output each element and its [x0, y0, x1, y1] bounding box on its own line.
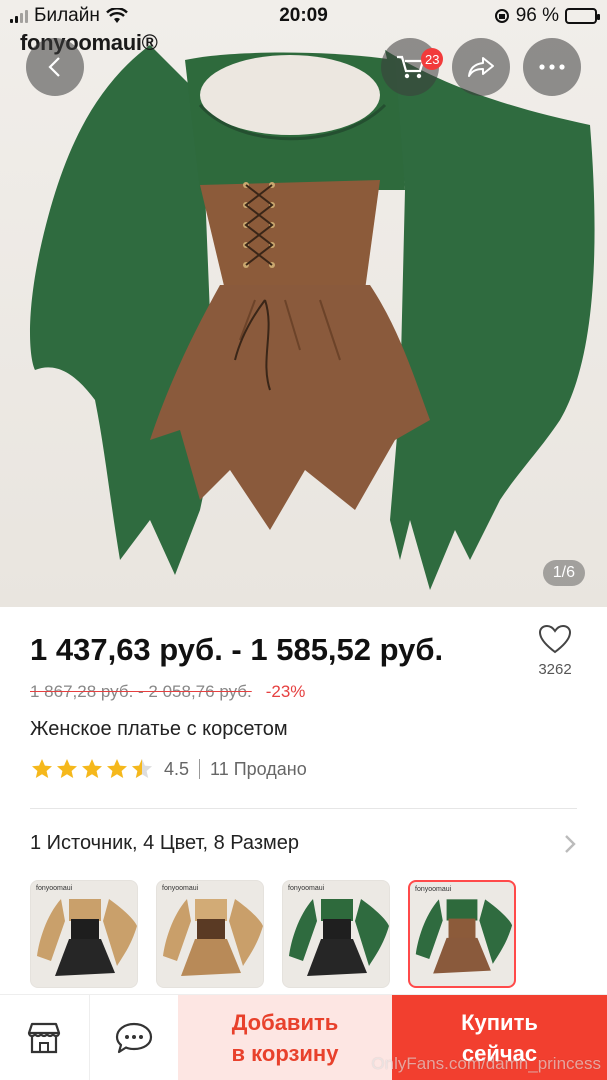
chat-icon — [115, 1022, 152, 1054]
options-summary: 1 Источник, 4 Цвет, 8 Размер — [30, 832, 299, 854]
star-icon — [57, 759, 77, 778]
divider — [199, 759, 201, 779]
options-selector[interactable]: 1 Источник, 4 Цвет, 8 Размер — [30, 832, 577, 855]
star-icon — [32, 759, 52, 778]
battery-percent: 96 % — [515, 5, 559, 26]
more-options-button[interactable] — [523, 38, 581, 96]
section-divider — [30, 808, 577, 809]
favorite-button[interactable]: 3262 — [532, 624, 578, 678]
add-to-cart-label: Добавить в корзину — [231, 1010, 339, 1066]
rating-stars — [30, 757, 154, 781]
share-icon — [468, 57, 494, 77]
star-icon — [82, 759, 102, 778]
battery-icon — [565, 8, 600, 24]
heart-icon — [538, 624, 572, 654]
chat-button[interactable] — [89, 995, 177, 1080]
product-image-gallery[interactable]: Билайн 20:09 96 % fonyoomaui® 23 1/6 — [0, 0, 607, 607]
sold-count: 11 Продано — [210, 758, 307, 779]
rating-value: 4.5 — [164, 758, 190, 779]
thumb-brand: fonyoomaui — [288, 885, 325, 892]
orientation-lock-icon — [494, 9, 509, 23]
variant-photo — [37, 899, 137, 976]
variant-thumb-black[interactable]: fonyoomaui — [30, 880, 138, 988]
old-price: 1 867,28 руб. - 2 058,76 руб. — [30, 682, 252, 701]
rating-row[interactable]: 4.5 11 Продано — [30, 757, 307, 781]
thumb-brand: fonyoomaui — [162, 885, 199, 892]
variant-photo — [163, 899, 263, 976]
chevron-right-icon — [565, 834, 576, 853]
image-counter: 1/6 — [542, 560, 585, 586]
favorites-count: 3262 — [538, 661, 572, 678]
chevron-left-icon — [48, 57, 60, 77]
price-range: 1 437,63 руб. - 1 585,52 руб. — [30, 632, 444, 667]
variant-thumb-tan[interactable]: fonyoomaui — [156, 880, 264, 988]
thumb-brand: fonyoomaui — [36, 885, 73, 892]
footer-watermark: OnlyFans.com/damn_princess — [371, 1054, 601, 1073]
variant-thumbnails: fonyoomaui fonyoomaui fonyoomaui fonyoom… — [30, 880, 516, 988]
discount-badge: -23% — [265, 682, 306, 701]
status-bar: Билайн 20:09 96 % — [0, 0, 607, 34]
half-star-icon — [132, 759, 152, 778]
product-title: Женское платье с корсетом — [30, 718, 288, 740]
store-button[interactable] — [0, 995, 88, 1080]
star-icon — [107, 759, 127, 778]
add-to-cart-button[interactable]: Добавить в корзину — [178, 995, 392, 1080]
battery-info: 96 % — [494, 5, 600, 27]
store-icon — [27, 1022, 61, 1054]
thumb-brand: fonyoomaui — [415, 886, 452, 893]
back-button[interactable] — [26, 38, 84, 96]
variant-photo — [415, 899, 513, 974]
more-icon — [539, 64, 565, 70]
variant-photo — [289, 899, 389, 976]
product-photo — [30, 45, 595, 590]
share-button[interactable] — [452, 38, 510, 96]
variant-thumb-green-brown[interactable]: fonyoomaui — [408, 880, 516, 988]
variant-thumb-green-black[interactable]: fonyoomaui — [282, 880, 390, 988]
old-price-row: 1 867,28 руб. - 2 058,76 руб. -23% — [30, 682, 305, 702]
cart-button[interactable]: 23 — [381, 38, 444, 96]
